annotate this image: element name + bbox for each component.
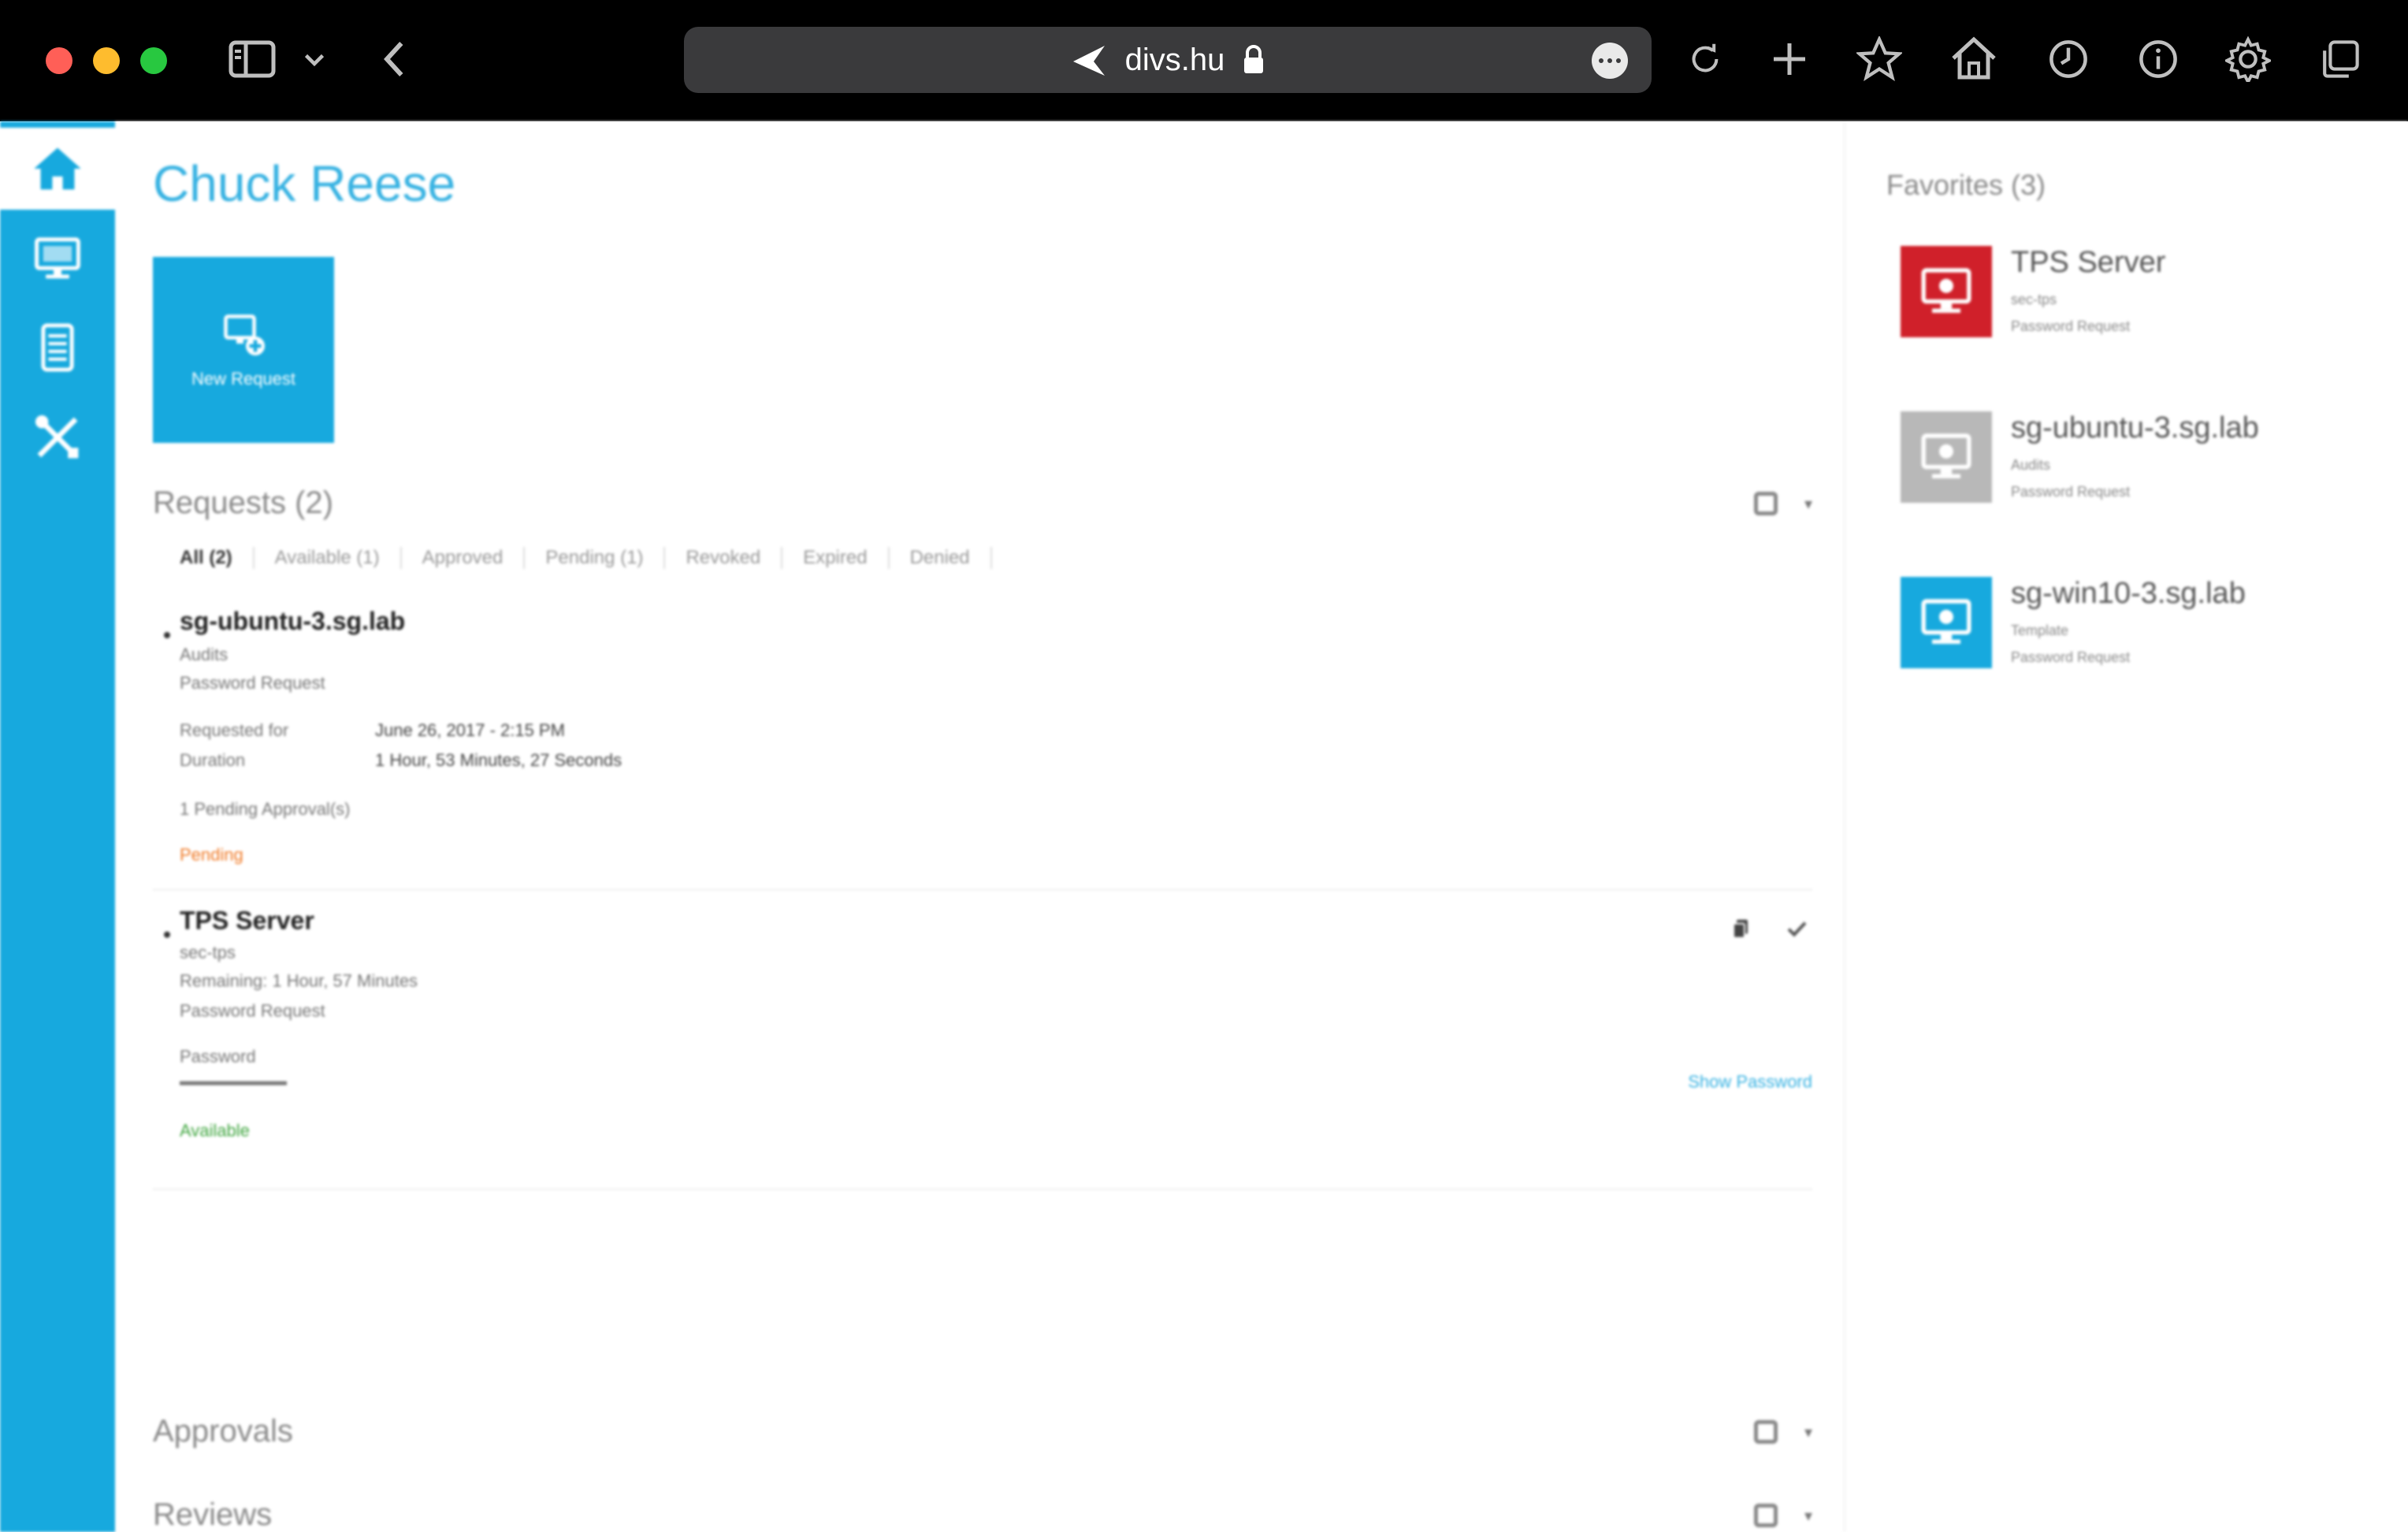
tools-icon	[35, 415, 79, 459]
bookmark-star-icon[interactable]	[1856, 36, 1902, 82]
browser-toolbar: divs.hu	[0, 0, 2408, 121]
bullet-icon	[164, 931, 170, 938]
chevron-down-icon[interactable]	[303, 49, 326, 69]
approvals-collapse-icon[interactable]: ▾	[1804, 1422, 1812, 1442]
favorite-tile	[1901, 411, 1992, 503]
password-masked-value	[180, 1081, 287, 1085]
favorite-name: sg-win10-3.sg.lab	[2011, 577, 2246, 610]
web-page: Chuck Reese New Request Requests (2) ▾ A…	[0, 121, 2408, 1532]
site-favicon-icon	[1072, 46, 1105, 76]
close-window-button[interactable]	[46, 47, 72, 74]
zoom-window-button[interactable]	[140, 47, 167, 74]
approvals-title: Approvals	[153, 1414, 293, 1448]
request-subtitle: Audits	[180, 645, 229, 664]
favorite-subtitle: Audits	[2011, 457, 2051, 473]
lock-icon	[1244, 45, 1264, 73]
new-request-icon	[224, 314, 265, 355]
more-icon[interactable]	[1592, 43, 1628, 79]
favorite-item[interactable]: sg-ubuntu-3.sg.lab Audits Password Reque…	[1901, 411, 2373, 514]
requested-for-label: Requested for	[180, 720, 289, 740]
address-bar[interactable]: divs.hu	[684, 27, 1652, 93]
minimize-window-button[interactable]	[93, 47, 120, 74]
favorite-item[interactable]: sg-win10-3.sg.lab Template Password Requ…	[1901, 577, 2373, 679]
request-type: Password Request	[180, 673, 325, 693]
reviews-title: Reviews	[153, 1497, 273, 1532]
filter-denied[interactable]: Denied	[890, 547, 992, 569]
request-name[interactable]: TPS Server	[180, 906, 314, 935]
desktop-icon	[1921, 599, 1971, 644]
desktop-icon	[35, 237, 80, 279]
request-name[interactable]: sg-ubuntu-3.sg.lab	[180, 607, 405, 636]
requests-tools: ▾	[1753, 492, 1812, 515]
reload-icon[interactable]	[1686, 39, 1724, 79]
favorites-panel: Favorites (3) TPS Server sec-tps Passwor…	[1844, 121, 2408, 1532]
favorite-type: Password Request	[2011, 484, 2131, 500]
requests-settings-icon[interactable]	[1753, 492, 1778, 515]
sidebar-item-remote-desktop[interactable]	[0, 214, 115, 301]
url-text: divs.hu	[1124, 42, 1225, 77]
favorite-type: Password Request	[2011, 649, 2131, 665]
pending-approvals[interactable]: 1 Pending Approval(s)	[180, 799, 350, 820]
filter-all[interactable]: All (2)	[180, 547, 255, 569]
filter-pending[interactable]: Pending (1)	[525, 547, 666, 569]
sidebar-item-reports[interactable]	[0, 304, 115, 391]
favorite-name: sg-ubuntu-3.sg.lab	[2011, 411, 2259, 444]
duration-value: 1 Hour, 53 Minutes, 27 Seconds	[375, 750, 622, 770]
reviews-tools: ▾	[1753, 1504, 1812, 1527]
show-password-link[interactable]: Show Password	[1688, 1072, 1812, 1092]
home-icon	[34, 147, 81, 190]
password-label: Password	[180, 1047, 256, 1066]
tabs-overview-icon[interactable]	[2318, 38, 2362, 80]
request-type: Password Request	[180, 1001, 325, 1021]
info-icon[interactable]	[2137, 38, 2179, 80]
filter-revoked[interactable]: Revoked	[665, 547, 783, 569]
favorite-tile	[1901, 246, 1992, 337]
status-badge: Available	[180, 1121, 250, 1140]
app-sidebar	[0, 121, 115, 1532]
bullet-icon	[164, 632, 170, 638]
favorite-subtitle: Template	[2011, 623, 2069, 638]
filter-approved[interactable]: Approved	[402, 547, 526, 569]
favorite-type: Password Request	[2011, 318, 2131, 334]
page-title: Chuck Reese	[153, 155, 456, 212]
checkin-check-icon[interactable]	[1781, 913, 1812, 944]
sidebar-item-tools[interactable]	[0, 394, 115, 481]
sidebar-icon[interactable]	[229, 39, 276, 79]
requests-filter-bar: All (2) Available (1) Approved Pending (…	[180, 547, 992, 569]
favorite-subtitle: sec-tps	[2011, 292, 2057, 307]
home-icon[interactable]	[1949, 35, 1998, 82]
requests-collapse-icon[interactable]: ▾	[1804, 494, 1812, 514]
new-request-label: New Request	[191, 369, 296, 389]
request-item[interactable]: sg-ubuntu-3.sg.lab Audits Password Reque…	[153, 597, 1812, 891]
filter-expired[interactable]: Expired	[782, 547, 890, 569]
status-badge: Pending	[180, 845, 243, 865]
desktop-icon	[1921, 268, 1971, 313]
favorites-title: Favorites (3)	[1886, 169, 2046, 201]
request-item[interactable]: TPS Server sec-tps Remaining: 1 Hour, 57…	[153, 897, 1812, 1190]
requests-title: Requests (2)	[153, 485, 333, 520]
favorite-tile	[1901, 577, 1992, 668]
request-subtitle: sec-tps	[180, 943, 236, 962]
new-request-button[interactable]: New Request	[153, 257, 334, 443]
reviews-collapse-icon[interactable]: ▾	[1804, 1506, 1812, 1526]
favorite-item[interactable]: TPS Server sec-tps Password Request	[1901, 246, 2373, 348]
history-icon[interactable]	[2047, 38, 2090, 80]
back-icon[interactable]	[381, 39, 408, 79]
request-remaining: Remaining: 1 Hour, 57 Minutes	[180, 971, 418, 991]
duration-label: Duration	[180, 750, 246, 770]
favorite-name: TPS Server	[2011, 246, 2166, 279]
new-tab-icon[interactable]	[1770, 39, 1809, 79]
settings-gear-icon[interactable]	[2225, 36, 2271, 82]
approvals-settings-icon[interactable]	[1753, 1420, 1778, 1444]
desktop-icon	[1921, 433, 1971, 478]
reviews-settings-icon[interactable]	[1753, 1504, 1778, 1527]
main-content: Chuck Reese New Request Requests (2) ▾ A…	[115, 121, 1844, 1532]
approvals-tools: ▾	[1753, 1420, 1812, 1444]
server-icon	[41, 323, 74, 372]
copy-icon[interactable]	[1726, 913, 1757, 944]
sidebar-item-home[interactable]	[0, 123, 115, 210]
requested-for-value: June 26, 2017 - 2:15 PM	[375, 720, 565, 740]
filter-available[interactable]: Available (1)	[255, 547, 402, 569]
